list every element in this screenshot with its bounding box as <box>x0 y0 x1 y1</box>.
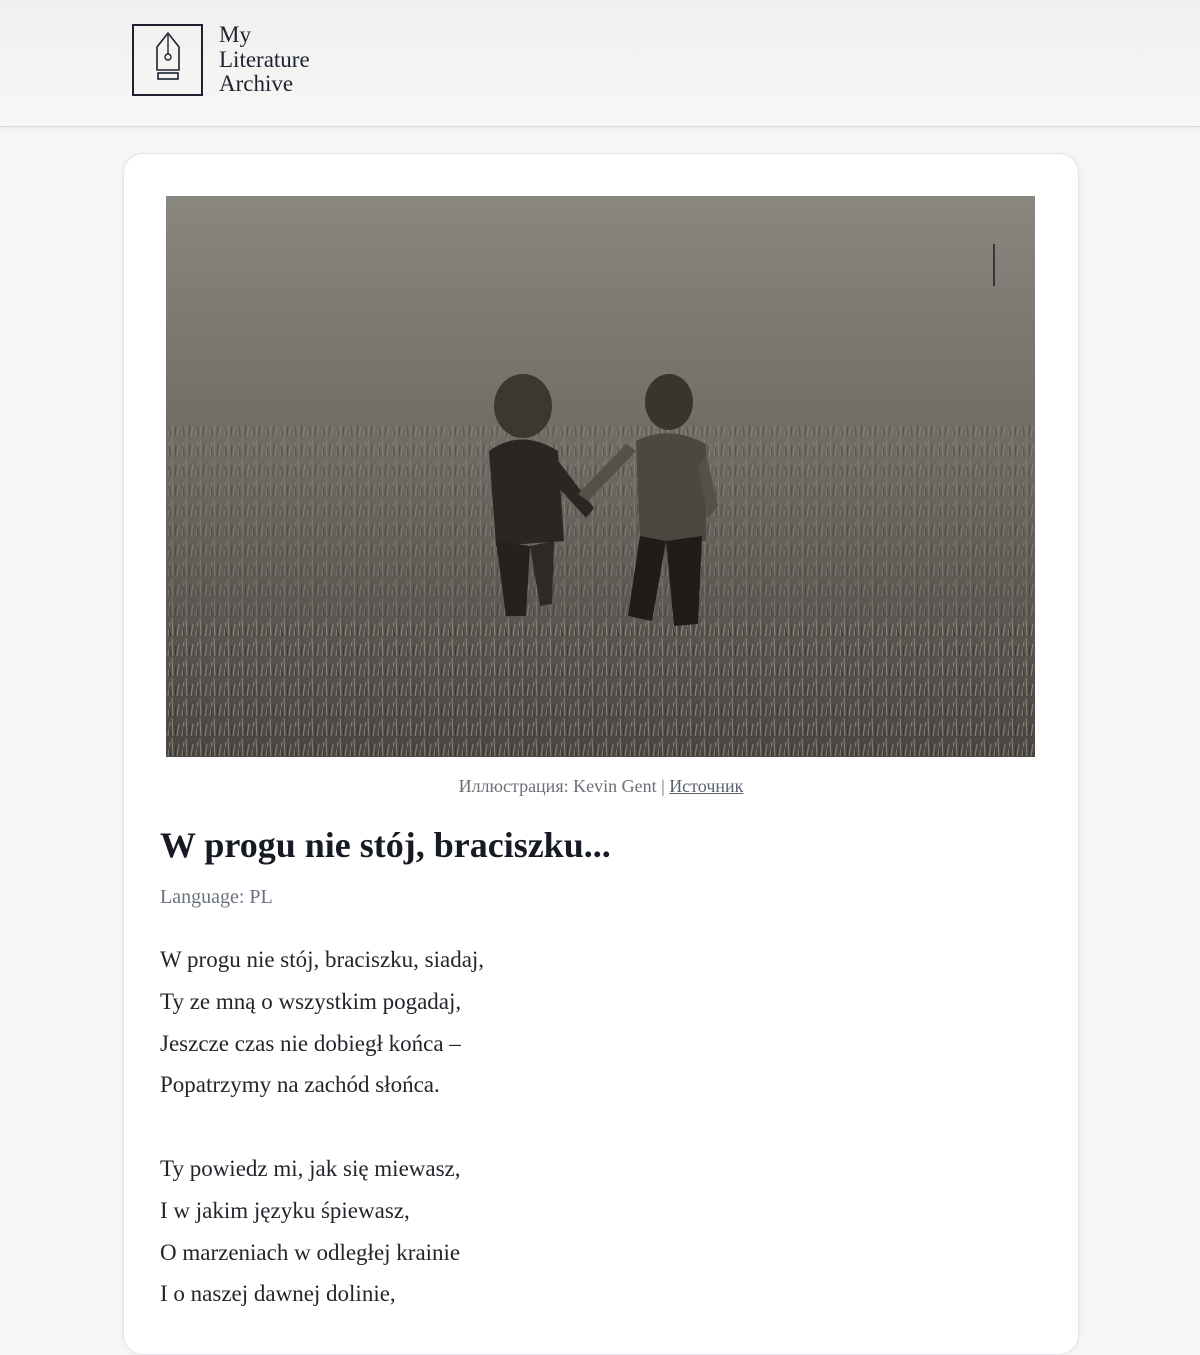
logo-line-3: Archive <box>219 71 294 96</box>
caption-source-link[interactable]: Источник <box>669 776 743 796</box>
article-card: Иллюстрация: Kevin Gent | Источник W pro… <box>123 153 1079 1355</box>
site-header: My Literature Archive <box>0 0 1200 127</box>
illustration-caption: Иллюстрация: Kevin Gent | Источник <box>124 776 1078 797</box>
caption-credit: Иллюстрация: Kevin Gent | <box>458 776 670 796</box>
article-illustration <box>166 196 1035 757</box>
poem-line: O marzeniach w odległej krainie <box>160 1239 461 1265</box>
poem-title: W progu nie stój, braciszku... <box>160 825 611 865</box>
poem-language: Language: PL <box>160 886 273 908</box>
poem-line: W progu nie stój, braciszku, siadaj, <box>160 947 485 972</box>
logo-box <box>132 23 203 96</box>
poem-body: W progu nie stój, braciszku, siadaj, Ty … <box>160 939 484 1315</box>
poem-line: Ty powiedz mi, jak się miewasz, <box>160 1155 461 1181</box>
poem-line: Ty ze mną o wszystkim pogadaj, <box>160 988 462 1014</box>
poem-line: Popatrzymy na zachód słońca. <box>160 1072 440 1098</box>
logo-wordmark: My Literature Archive <box>219 22 310 97</box>
logo-line-2: Literature <box>219 46 310 72</box>
illustration-photo <box>166 196 1035 757</box>
poem-line: Jeszcze czas nie dobiegł końca – <box>160 1030 461 1056</box>
logo-line-1: My <box>219 22 251 47</box>
site-logo-link[interactable]: My Literature Archive <box>132 22 310 97</box>
stanza-break <box>160 1106 484 1148</box>
poem-line: I o naszej dawnej dolinie, <box>160 1281 396 1307</box>
poem-line: I w jakim języku śpiewasz, <box>160 1197 410 1223</box>
fountain-pen-nib-icon <box>155 31 180 80</box>
